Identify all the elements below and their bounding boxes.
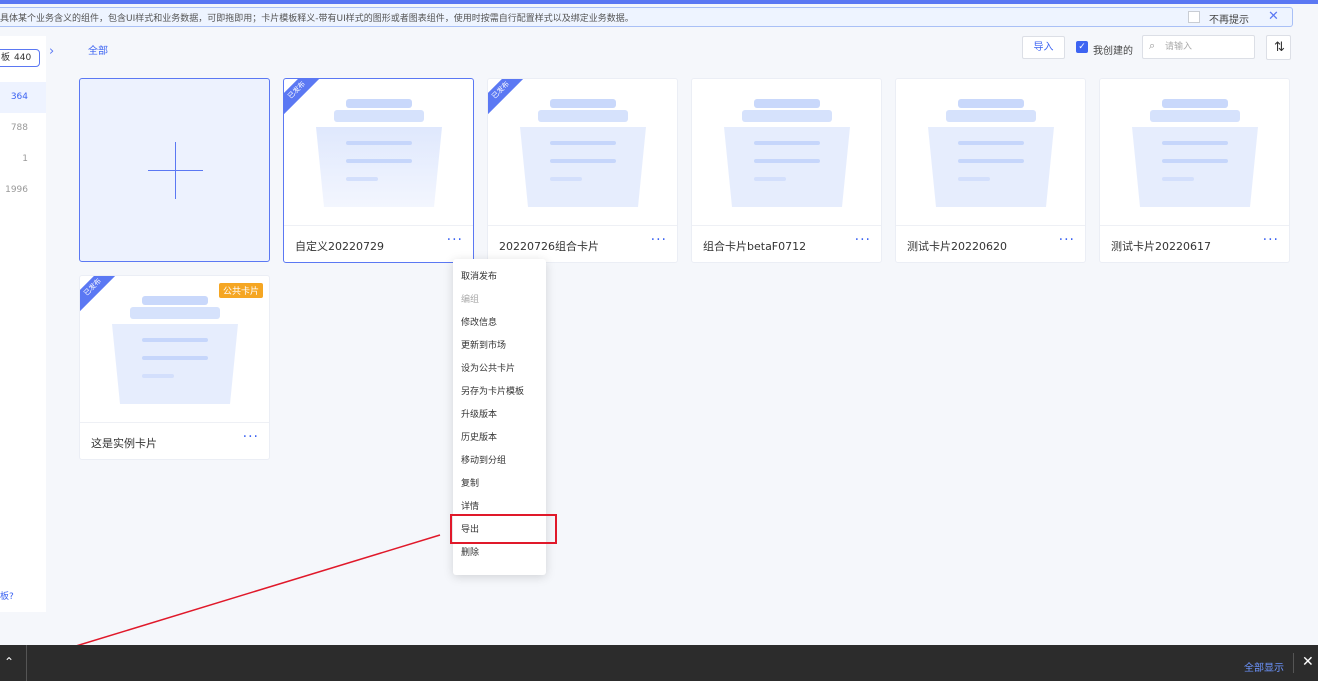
- card-name[interactable]: 自定义20220729: [295, 238, 384, 254]
- bottom-close-icon[interactable]: ✕: [1302, 654, 1314, 670]
- card-thumbnail: 已发布: [284, 79, 473, 225]
- card-name[interactable]: 组合卡片betaF0712: [703, 238, 806, 254]
- search-icon: ⌕: [1149, 39, 1156, 52]
- more-icon[interactable]: ···: [243, 429, 259, 445]
- mine-checkbox[interactable]: ✓: [1076, 41, 1088, 53]
- menu-item-modify-info[interactable]: 修改信息: [453, 312, 546, 335]
- card-thumbnail: 已发布: [488, 79, 677, 225]
- sidebar: 板 440 364 788 1 1996: [0, 36, 46, 612]
- folder-illustration-icon: [112, 296, 238, 404]
- sidebar-category-tag[interactable]: 板 440: [0, 49, 40, 67]
- dont-show-label[interactable]: 不再提示: [1209, 11, 1249, 26]
- bottom-divider: [26, 645, 27, 681]
- sidebar-expand-icon[interactable]: ›: [49, 44, 54, 59]
- card-name[interactable]: 这是实例卡片: [91, 435, 157, 451]
- sidebar-item-1[interactable]: 364: [0, 82, 46, 113]
- card-name[interactable]: 20220726组合卡片: [499, 238, 599, 254]
- menu-item-set-public[interactable]: 设为公共卡片: [453, 358, 546, 381]
- sidebar-list: 364 788 1 1996: [0, 82, 46, 206]
- sidebar-item-3[interactable]: 1: [0, 144, 46, 175]
- card-footer: 这是实例卡片 ···: [80, 422, 269, 459]
- folder-illustration-icon: [928, 99, 1054, 207]
- card-1[interactable]: 已发布 自定义20220729 ···: [283, 78, 474, 263]
- card-2[interactable]: 已发布 20220726组合卡片 ···: [487, 78, 678, 263]
- sidebar-item-2[interactable]: 788: [0, 113, 46, 144]
- folder-illustration-icon: [1132, 99, 1258, 207]
- more-icon[interactable]: ···: [1263, 232, 1279, 248]
- more-icon[interactable]: ···: [855, 232, 871, 248]
- notice-banner: 具体某个业务含义的组件，包含UI样式和业务数据，可即拖即用；卡片模板释义-带有U…: [0, 7, 1293, 27]
- bottom-bar: ⌃ 全部显示 ✕: [0, 645, 1318, 681]
- menu-item-edit[interactable]: 编组: [453, 289, 546, 312]
- sort-button[interactable]: ⇅: [1266, 35, 1291, 60]
- menu-item-delete[interactable]: 删除: [453, 542, 546, 565]
- menu-item-unpublish[interactable]: 取消发布: [453, 266, 546, 289]
- card-4[interactable]: 测试卡片20220620 ···: [895, 78, 1086, 263]
- folder-illustration-icon: [316, 99, 442, 207]
- top-accent-line: [0, 0, 1318, 4]
- notice-text: 具体某个业务含义的组件，包含UI样式和业务数据，可即拖即用；卡片模板释义-带有U…: [0, 14, 634, 24]
- card-footer: 自定义20220729 ···: [284, 225, 473, 262]
- menu-item-move-group[interactable]: 移动到分组: [453, 450, 546, 473]
- import-button[interactable]: 导入: [1022, 36, 1065, 59]
- more-icon[interactable]: ···: [651, 232, 667, 248]
- bottom-separator: [1293, 653, 1294, 673]
- card-footer: 测试卡片20220617 ···: [1100, 225, 1289, 262]
- tab-all[interactable]: 全部: [88, 42, 108, 57]
- menu-item-history[interactable]: 历史版本: [453, 427, 546, 450]
- menu-item-copy[interactable]: 复制: [453, 473, 546, 496]
- card-thumbnail: 已发布 公共卡片: [80, 276, 269, 422]
- menu-item-upgrade[interactable]: 升级版本: [453, 404, 546, 427]
- card-name[interactable]: 测试卡片20220620: [907, 238, 1007, 254]
- dont-show-checkbox[interactable]: [1188, 11, 1200, 23]
- search-input[interactable]: [1165, 39, 1251, 55]
- card-footer: 20220726组合卡片 ···: [488, 225, 677, 262]
- folder-illustration-icon: [724, 99, 850, 207]
- card-footer: 测试卡片20220620 ···: [896, 225, 1085, 262]
- sidebar-tag-label: 板: [1, 53, 11, 63]
- card-footer: 组合卡片betaF0712 ···: [692, 225, 881, 262]
- card-thumbnail: [692, 79, 881, 225]
- folder-illustration-icon: [520, 99, 646, 207]
- card-name[interactable]: 测试卡片20220617: [1111, 238, 1211, 254]
- public-card-badge: 公共卡片: [218, 283, 263, 298]
- show-all-button[interactable]: 全部显示: [1244, 659, 1284, 674]
- sidebar-item-4[interactable]: 1996: [0, 175, 46, 206]
- sidebar-tag-count: 440: [14, 53, 32, 63]
- add-card-button[interactable]: [79, 78, 270, 262]
- search-box[interactable]: ⌕: [1142, 35, 1255, 59]
- sidebar-help-link[interactable]: 板?: [0, 589, 14, 602]
- card-thumbnail: [1100, 79, 1289, 225]
- card-3[interactable]: 组合卡片betaF0712 ···: [691, 78, 882, 263]
- card-thumbnail: [896, 79, 1085, 225]
- menu-item-save-template[interactable]: 另存为卡片模板: [453, 381, 546, 404]
- menu-item-update-market[interactable]: 更新到市场: [453, 335, 546, 358]
- card-6[interactable]: 已发布 公共卡片 这是实例卡片 ···: [79, 275, 270, 460]
- more-icon[interactable]: ···: [1059, 232, 1075, 248]
- notice-close-icon[interactable]: ✕: [1268, 9, 1279, 24]
- export-highlight-box: [450, 514, 557, 544]
- more-icon[interactable]: ···: [447, 232, 463, 248]
- card-5[interactable]: 测试卡片20220617 ···: [1099, 78, 1290, 263]
- collapse-chevron-icon[interactable]: ⌃: [4, 655, 14, 669]
- mine-filter-label[interactable]: 我创建的: [1093, 42, 1133, 57]
